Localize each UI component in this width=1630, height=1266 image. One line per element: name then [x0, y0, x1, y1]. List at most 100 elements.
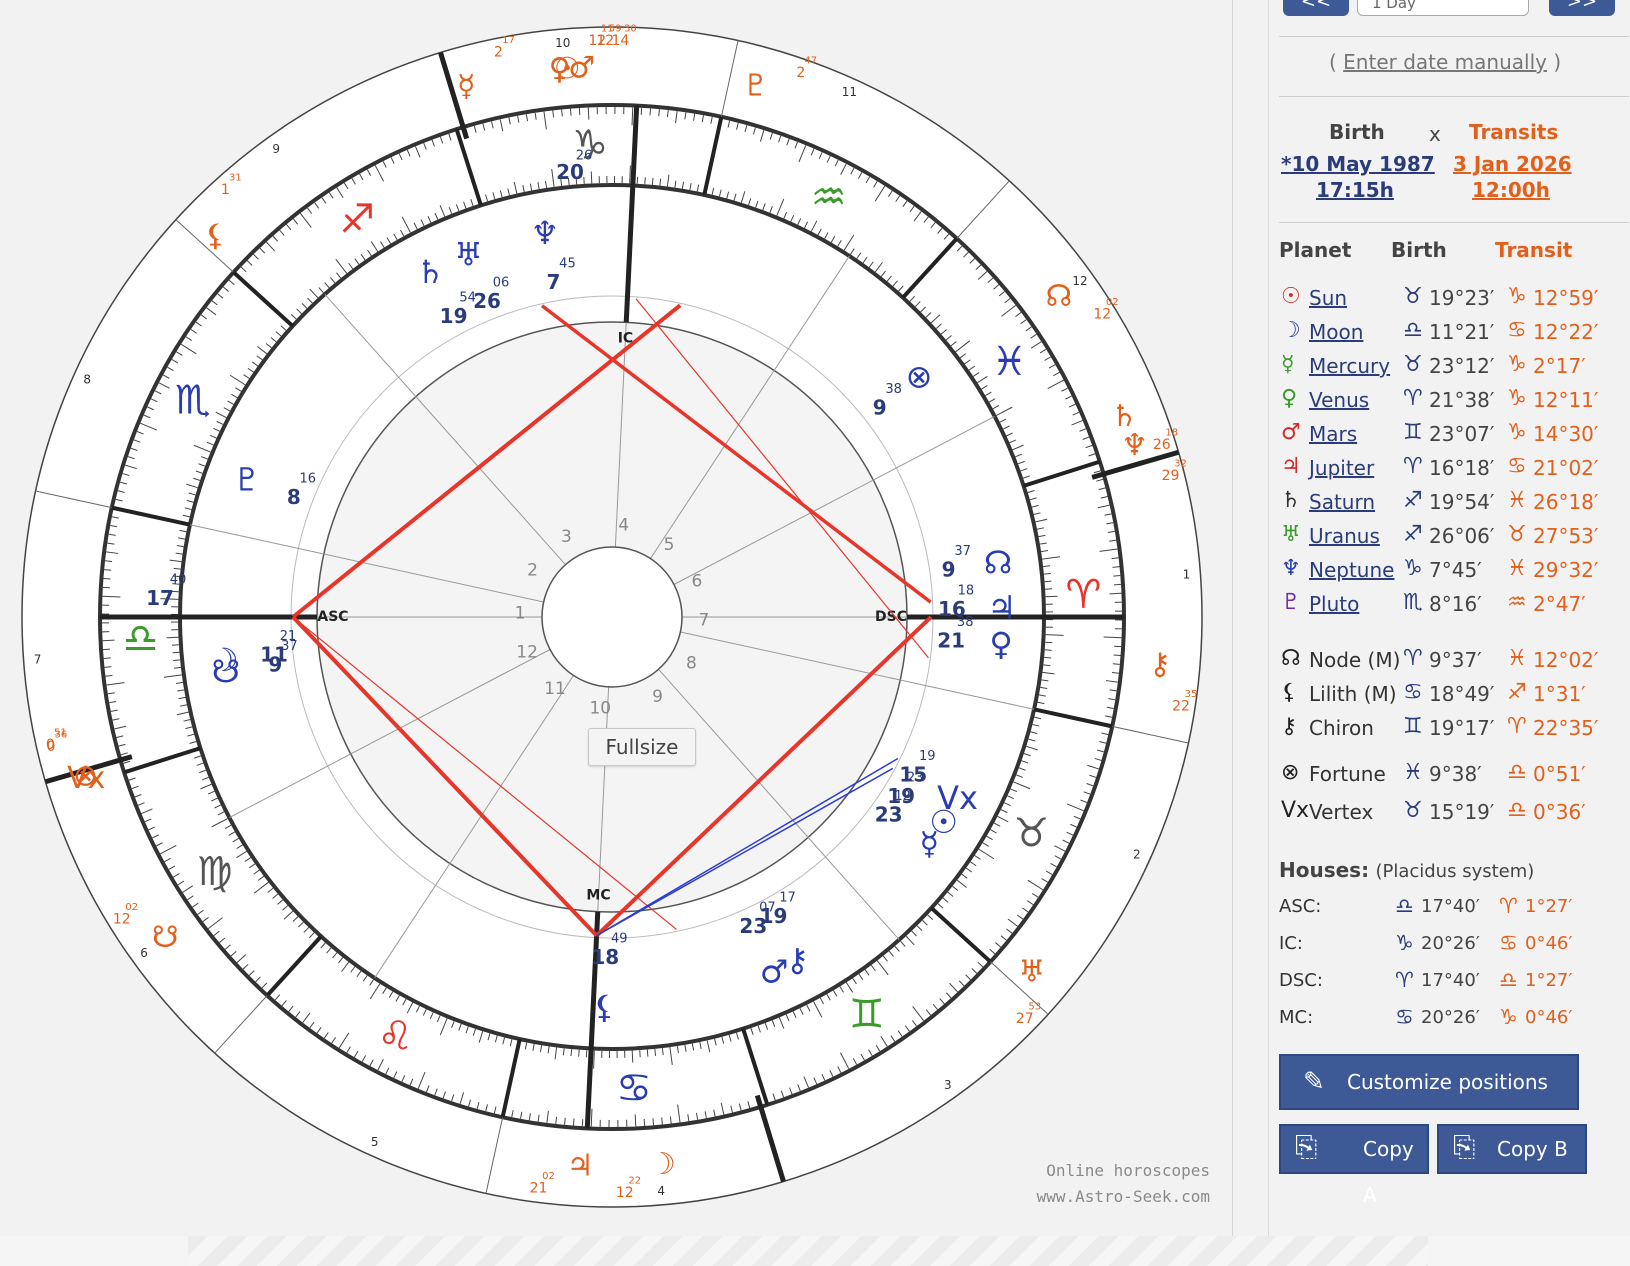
watermark-line1: Online horoscopes: [1046, 1161, 1210, 1180]
birth-sign-icon: ♈: [1403, 454, 1423, 479]
degree-tick: [1109, 592, 1122, 595]
birth-value: 15°19′: [1429, 800, 1495, 824]
natal-planet-degree: 9: [942, 557, 956, 581]
birth-date-link[interactable]: *10 May 1987: [1281, 152, 1435, 176]
planet-row: Vx Vertex ♉ 15°19′ ♎ 0°36′: [1269, 798, 1629, 830]
transit-value: 21°02′: [1533, 456, 1599, 480]
transit-value: 14°30′: [1533, 422, 1599, 446]
house-birth-value: 20°26′: [1421, 933, 1480, 954]
transit-planet-minute: 30: [624, 24, 637, 35]
transit-planet-icon: ☽: [649, 1147, 676, 1182]
fullsize-button[interactable]: Fullsize: [588, 728, 696, 766]
planet-row: ♄ Saturn ♐ 19°54′ ♓ 26°18′: [1269, 488, 1629, 520]
transit-value: 12°02′: [1533, 648, 1599, 672]
house-transit-value: 1°27′: [1525, 896, 1573, 917]
planet-name-link[interactable]: Sun: [1309, 286, 1347, 310]
planet-row: ♃ Jupiter ♈ 16°18′ ♋ 21°02′: [1269, 454, 1629, 486]
natal-planet-degree: 9: [873, 395, 887, 419]
transit-house-number: 8: [83, 373, 91, 387]
planet-name-link[interactable]: Saturn: [1309, 490, 1375, 514]
transit-planet-minute: 32: [1174, 459, 1187, 470]
house-number: 6: [691, 571, 702, 591]
house-number: 7: [699, 611, 710, 631]
natal-planet-icon: ⚸: [593, 988, 616, 1026]
transit-planet-minute: 31: [229, 173, 242, 184]
planet-name-link[interactable]: Moon: [1309, 320, 1363, 344]
transit-value: 0°51′: [1533, 762, 1586, 786]
step-select[interactable]: 1 Day: [1357, 0, 1529, 16]
planet-name-link[interactable]: Neptune: [1309, 558, 1394, 582]
planet-glyph-icon: ☿: [1281, 352, 1295, 377]
planet-glyph-icon: ♅: [1281, 522, 1301, 547]
birth-time-link[interactable]: 17:15h: [1316, 178, 1394, 202]
planet-name-link[interactable]: Mercury: [1309, 354, 1390, 378]
planet-name-link[interactable]: Uranus: [1309, 524, 1380, 548]
bottom-strip: [0, 1236, 1630, 1266]
transit-planet-minute: 35: [1185, 689, 1198, 700]
planet-name-link[interactable]: Jupiter: [1309, 456, 1374, 480]
natal-planet-icon: ♀: [989, 625, 1012, 663]
transit-house-number: 4: [657, 1184, 665, 1198]
natal-planet-degree: 9: [268, 653, 282, 677]
transit-sign-icon: ♓: [1507, 646, 1527, 671]
house-transit-sign-icon: ♑: [1499, 1005, 1518, 1029]
planet-glyph-icon: ♂: [1281, 420, 1301, 445]
angle-degree: 20: [556, 160, 584, 184]
transit-planet-minute: 36: [55, 730, 68, 741]
copy-a-button[interactable]: ⎘ Copy A: [1279, 1124, 1429, 1207]
planet-glyph-icon: ⚷: [1281, 714, 1298, 739]
planet-name-link[interactable]: Pluto: [1309, 592, 1359, 616]
chart-hub: [541, 546, 683, 688]
transit-planet-minute: 22: [628, 1175, 641, 1186]
copy-icon: ⎘: [1295, 1130, 1318, 1163]
planet-glyph-icon: ☽: [1281, 318, 1301, 343]
natal-planet-degree: 19: [440, 304, 468, 328]
house-row: IC: ♑ 20°26′ ♋ 0°46′: [1269, 931, 1629, 963]
transit-time-link[interactable]: 12:00h: [1472, 178, 1550, 202]
next-button[interactable]: >>: [1549, 0, 1615, 16]
birth-sign-icon: ♉: [1403, 352, 1423, 377]
birth-sign-icon: ♉: [1403, 284, 1423, 309]
house-transit-value: 0°46′: [1525, 933, 1573, 954]
point-name: Fortune: [1309, 762, 1386, 786]
degree-tick: [570, 1049, 573, 1057]
degree-tick: [1113, 575, 1121, 577]
planet-row: ♇ Pluto ♏ 8°16′ ♒ 2°47′: [1269, 590, 1629, 622]
natal-planet-degree: 23: [739, 914, 767, 938]
transit-house-number: 9: [272, 142, 280, 156]
transit-planet-minute: 18: [1165, 428, 1178, 439]
zodiac-sign-icon: ♍: [197, 849, 233, 895]
angle-degree: 17: [146, 586, 174, 610]
natal-planet-minute: 37: [954, 544, 971, 559]
degree-tick: [1043, 572, 1051, 575]
house-row: MC: ♋ 20°26′ ♑ 0°46′: [1269, 1005, 1629, 1037]
horoscope-wheel[interactable]: ♈♉♊♋♌♍♎♏♐♑♒♓1234567891011121234567891011…: [0, 0, 1232, 1236]
house-number: 3: [561, 527, 572, 547]
zodiac-sign-icon: ♒: [811, 175, 847, 221]
natal-planet-minute: 06: [493, 275, 510, 290]
planet-row: ♂ Mars ♊ 23°07′ ♑ 14°30′: [1269, 420, 1629, 452]
prev-button[interactable]: <<: [1283, 0, 1349, 16]
transit-planet-icon: ♇: [742, 69, 769, 104]
customize-positions-button[interactable]: ✎ Customize positions: [1279, 1054, 1579, 1110]
planet-row: ☊ Node (M) ♈ 9°37′ ♓ 12°02′: [1269, 646, 1629, 678]
birth-sign-icon: ♓: [1403, 760, 1423, 785]
planet-name-link[interactable]: Mars: [1309, 422, 1357, 446]
transit-date-link[interactable]: 3 Jan 2026: [1453, 152, 1572, 176]
planet-glyph-icon: ♀: [1281, 386, 1298, 411]
point-name: Node (M): [1309, 648, 1401, 672]
planet-glyph-icon: ♃: [1281, 454, 1301, 479]
planet-glyph-icon: ♆: [1281, 556, 1301, 581]
planet-name-link[interactable]: Venus: [1309, 388, 1369, 412]
transit-house-number: 10: [555, 36, 570, 50]
degree-tick: [652, 1118, 654, 1126]
planet-row: ♀ Venus ♈ 21°38′ ♑ 12°11′: [1269, 386, 1629, 418]
house-birth-sign-icon: ♋: [1395, 1005, 1414, 1029]
house-number: 2: [527, 561, 538, 581]
copy-b-button[interactable]: ⎘ Copy B: [1437, 1124, 1587, 1174]
house-number: 9: [652, 687, 663, 707]
house-number: 10: [589, 698, 611, 718]
planet-glyph-icon: ♄: [1281, 488, 1301, 513]
birth-value: 9°38′: [1429, 762, 1482, 786]
enter-manually-link[interactable]: Enter date manually: [1343, 50, 1547, 74]
